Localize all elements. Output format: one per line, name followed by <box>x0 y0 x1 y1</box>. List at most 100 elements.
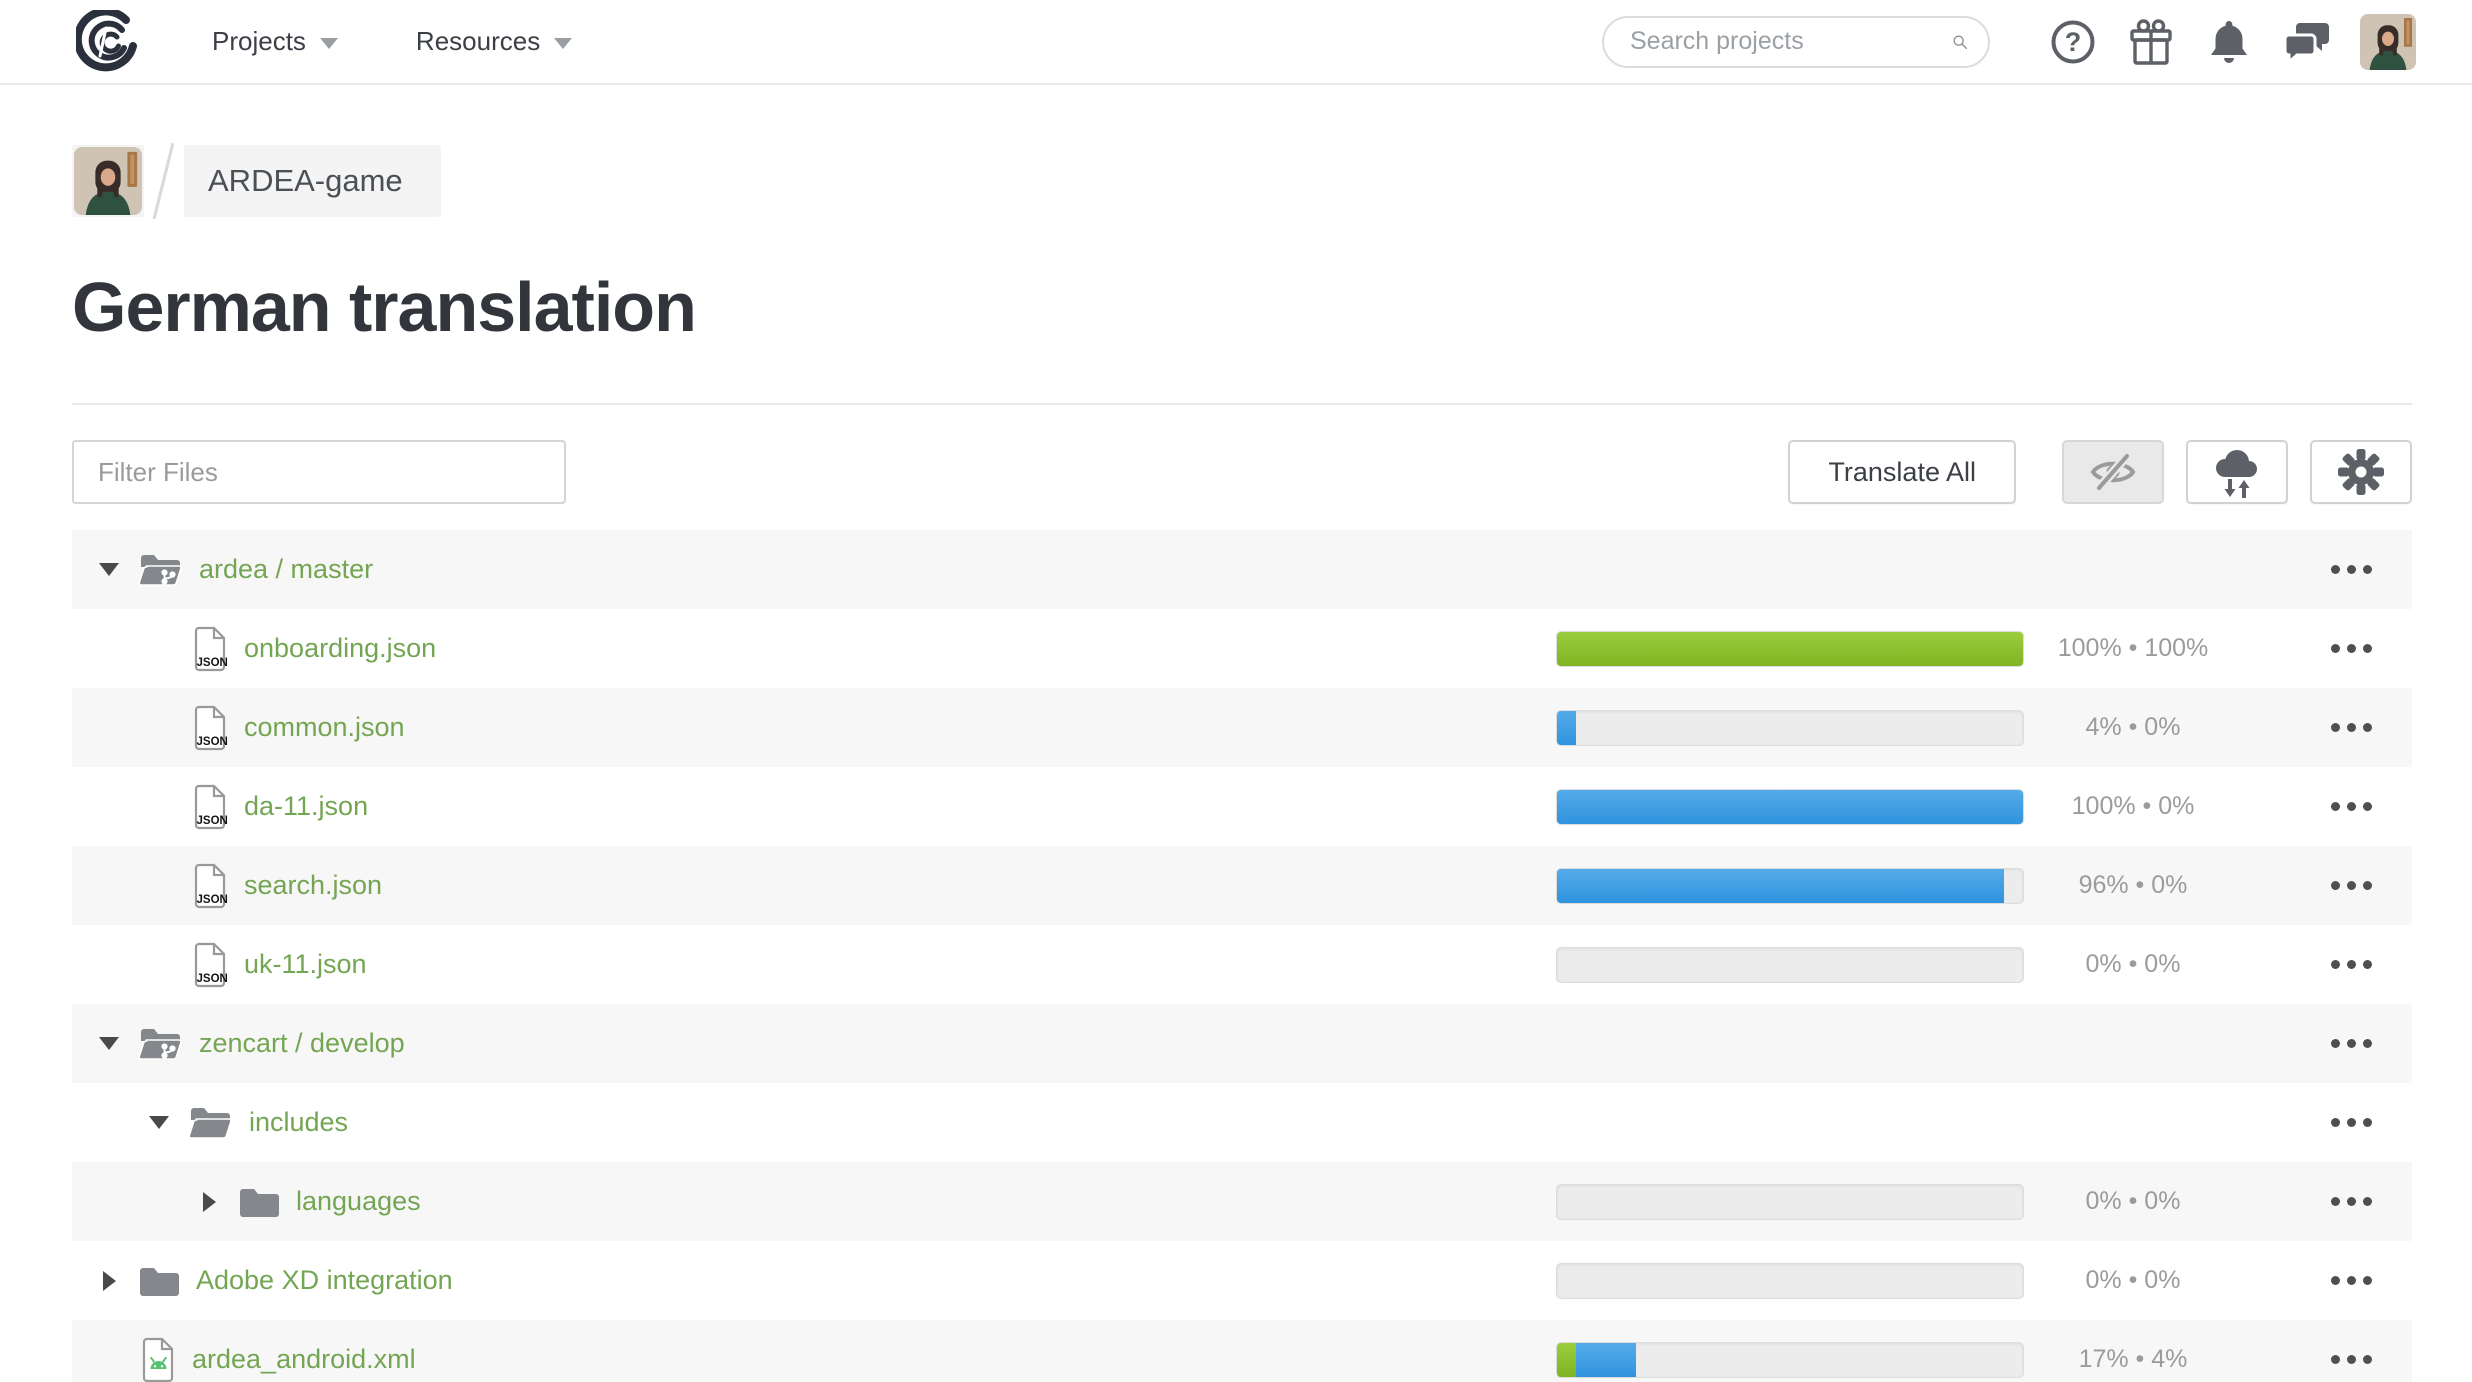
notifications-button[interactable] <box>2190 12 2268 72</box>
filter-files-input[interactable] <box>72 440 566 504</box>
search-input[interactable] <box>1630 27 1952 56</box>
row-menu-button[interactable] <box>2331 634 2372 663</box>
project-search[interactable] <box>1602 16 1990 68</box>
gift-icon <box>2128 18 2174 66</box>
top-nav: Projects Resources ? <box>0 0 2472 85</box>
git-folder-icon <box>138 553 183 587</box>
folder-link[interactable]: zencart / develop <box>199 1028 405 1059</box>
json-file-icon <box>192 942 228 988</box>
json-file-icon <box>192 705 228 751</box>
file-link[interactable]: search.json <box>244 870 382 901</box>
progress-bar <box>1556 710 2024 746</box>
toolbar-actions: Translate All <box>1788 440 2412 504</box>
git-folder-icon <box>138 1027 183 1061</box>
progress-label: 0% • 0% <box>2024 950 2242 979</box>
approved-segment <box>1557 1343 1576 1377</box>
translated-segment <box>1557 711 1576 745</box>
row-menu-button[interactable] <box>2331 1266 2372 1295</box>
caret-down-icon <box>149 1116 169 1129</box>
user-avatar[interactable] <box>2360 14 2416 70</box>
hide-completed-button[interactable] <box>2062 440 2164 504</box>
table-row: languages 0% • 0% <box>72 1162 2412 1241</box>
owner-avatar-photo <box>74 147 142 215</box>
row-menu-button[interactable] <box>2331 871 2372 900</box>
breadcrumb-project[interactable]: ARDEA-game <box>184 145 441 217</box>
translated-segment <box>1557 869 2004 903</box>
row-menu-button[interactable] <box>2331 1345 2372 1374</box>
table-row: ardea / master <box>72 530 2412 609</box>
file-link[interactable]: common.json <box>244 712 405 743</box>
files-toolbar: Translate All <box>72 403 2412 504</box>
page-content: ARDEA-game German translation Translate … <box>72 145 2412 1382</box>
caret-down-icon <box>99 563 119 576</box>
folder-open-icon <box>188 1106 233 1140</box>
nav-menu-projects-label: Projects <box>212 26 306 57</box>
cloud-sync-icon <box>2210 446 2264 498</box>
breadcrumb: ARDEA-game <box>72 145 2412 217</box>
caret-right-icon <box>203 1192 216 1212</box>
table-row: da-11.json 100% • 0% <box>72 767 2412 846</box>
expand-toggle[interactable] <box>94 1037 124 1050</box>
row-menu-button[interactable] <box>2331 713 2372 742</box>
caret-down-icon <box>99 1037 119 1050</box>
help-button[interactable]: ? <box>2034 12 2112 72</box>
settings-button[interactable] <box>2310 440 2412 504</box>
folder-icon <box>238 1185 280 1219</box>
app-logo[interactable] <box>76 10 140 74</box>
help-icon: ? <box>2049 18 2097 66</box>
folder-link[interactable]: Adobe XD integration <box>196 1265 453 1296</box>
progress-bar <box>1556 947 2024 983</box>
expand-toggle[interactable] <box>144 1116 174 1129</box>
page-title: German translation <box>72 267 2412 347</box>
file-link[interactable]: ardea_android.xml <box>192 1344 416 1375</box>
row-menu-button[interactable] <box>2331 792 2372 821</box>
file-link[interactable]: onboarding.json <box>244 633 436 664</box>
messages-button[interactable] <box>2268 12 2346 72</box>
folder-link[interactable]: ardea / master <box>199 554 373 585</box>
table-row: search.json 96% • 0% <box>72 846 2412 925</box>
table-row: ardea_android.xml 17% • 4% <box>72 1320 2412 1382</box>
expand-toggle[interactable] <box>194 1192 224 1212</box>
search-icon[interactable] <box>1952 27 1968 57</box>
breadcrumb-divider <box>144 145 184 217</box>
expand-toggle[interactable] <box>94 563 124 576</box>
table-row: uk-11.json 0% • 0% <box>72 925 2412 1004</box>
nav-menu-resources-label: Resources <box>416 26 540 57</box>
sync-files-button[interactable] <box>2186 440 2288 504</box>
progress-label: 100% • 0% <box>2024 792 2242 821</box>
row-menu-button[interactable] <box>2331 1187 2372 1216</box>
progress-label: 0% • 0% <box>2024 1187 2242 1216</box>
file-link[interactable]: da-11.json <box>244 791 368 822</box>
bell-icon <box>2207 18 2251 66</box>
breadcrumb-owner-avatar[interactable] <box>72 145 144 217</box>
settings-gear-icon <box>2337 448 2385 496</box>
row-menu-button[interactable] <box>2331 1108 2372 1137</box>
progress-label: 96% • 0% <box>2024 871 2242 900</box>
table-row: includes <box>72 1083 2412 1162</box>
json-file-icon <box>192 784 228 830</box>
folder-link[interactable]: languages <box>296 1186 421 1217</box>
progress-bar <box>1556 789 2024 825</box>
translate-all-button[interactable]: Translate All <box>1788 440 2016 504</box>
gift-button[interactable] <box>2112 12 2190 72</box>
row-menu-button[interactable] <box>2331 1029 2372 1058</box>
file-link[interactable]: uk-11.json <box>244 949 367 980</box>
table-row: Adobe XD integration 0% • 0% <box>72 1241 2412 1320</box>
file-tree: ardea / master onboarding.json 100% • 10… <box>72 530 2412 1382</box>
caret-right-icon <box>103 1271 116 1291</box>
chevron-down-icon <box>320 38 338 49</box>
chevron-down-icon <box>554 38 572 49</box>
folder-link[interactable]: includes <box>249 1107 348 1138</box>
nav-menu-projects[interactable]: Projects <box>212 26 338 57</box>
table-row: onboarding.json 100% • 100% <box>72 609 2412 688</box>
user-avatar-photo <box>2360 14 2416 70</box>
breadcrumb-project-label: ARDEA-game <box>208 163 403 199</box>
eye-off-icon <box>2087 450 2139 494</box>
svg-text:?: ? <box>2065 27 2082 57</box>
row-menu-button[interactable] <box>2331 950 2372 979</box>
row-menu-button[interactable] <box>2331 555 2372 584</box>
expand-toggle[interactable] <box>94 1271 124 1291</box>
nav-menu-resources[interactable]: Resources <box>416 26 572 57</box>
progress-label: 4% • 0% <box>2024 713 2242 742</box>
table-row: common.json 4% • 0% <box>72 688 2412 767</box>
